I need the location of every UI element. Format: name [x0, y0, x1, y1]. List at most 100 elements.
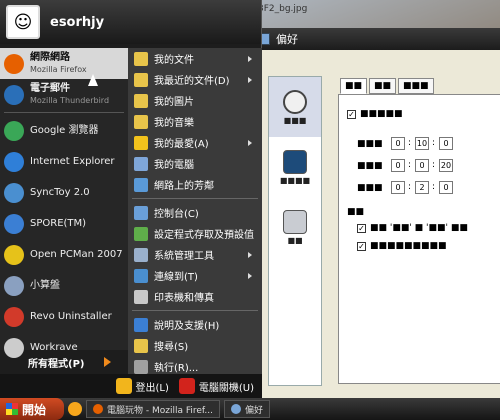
second-spinner[interactable]: 0	[439, 181, 453, 194]
recent-program-item[interactable]: Internet Explorer	[0, 146, 128, 177]
preferences-app-icon	[231, 404, 242, 414]
hour-spinner[interactable]: 0	[391, 137, 405, 150]
start-menu: ☺ esorhjy 網際網路 Mozilla Firefox 電子郵件 Mozi…	[0, 0, 262, 398]
mouse-cursor	[88, 74, 98, 86]
recent-program-item[interactable]: 小算盤	[0, 270, 128, 301]
tab-2[interactable]: ■■	[369, 78, 397, 94]
recent-program-item[interactable]: Google 瀏覽器	[0, 115, 128, 146]
pcman-icon	[4, 244, 24, 265]
desktop-file-label: 3F2_bg.jpg	[258, 4, 308, 14]
admin-tools-icon	[134, 247, 148, 262]
logoff-button[interactable]: 登出(L)	[115, 378, 169, 394]
places-item[interactable]: 我的音樂	[128, 111, 262, 132]
places-item[interactable]: 系統管理工具	[128, 244, 262, 265]
hour-spinner[interactable]: 0	[391, 181, 405, 194]
hour-spinner[interactable]: 0	[391, 159, 405, 172]
places-item[interactable]: 我的文件	[128, 48, 262, 69]
places-item[interactable]: 我的電腦	[128, 153, 262, 174]
pinned-item-email[interactable]: 電子郵件 Mozilla Thunderbird	[0, 79, 128, 110]
checkbox[interactable]: ✓	[357, 223, 366, 233]
tab-3[interactable]: ■■■	[398, 78, 434, 94]
printer-icon	[134, 289, 148, 304]
minute-spinner[interactable]: 10	[415, 137, 429, 150]
places-label: 我最近的文件(D)	[154, 76, 230, 87]
checkbox-label: ■■■■■	[360, 109, 403, 119]
places-item[interactable]: 說明及支援(H)	[128, 314, 262, 335]
recent-program-label: Revo Uninstaller	[30, 310, 112, 322]
minute-spinner[interactable]: 2	[415, 181, 429, 194]
places-list: 我的文件我最近的文件(D) 我的圖片我的音樂我的最愛(A) 我的電腦網路上的芳鄰控制…	[128, 48, 262, 374]
pen-icon	[283, 149, 307, 174]
avatar[interactable]: ☺	[6, 5, 40, 39]
windows-flag-icon	[6, 403, 18, 415]
shutdown-button[interactable]: 電腦關機(U)	[178, 378, 254, 394]
places-item[interactable]: 印表機和傳真	[128, 286, 262, 307]
tab-1[interactable]: ■■	[340, 78, 368, 94]
minute-spinner[interactable]: 0	[415, 159, 429, 172]
category-monitoring[interactable]: ■■■■	[269, 137, 321, 197]
music-icon	[134, 114, 148, 129]
run-icon	[134, 359, 148, 374]
recent-docs-icon	[134, 72, 148, 87]
checkbox-label: ■■■■■■■■■	[370, 241, 447, 251]
places-item[interactable]: 我的圖片	[128, 90, 262, 111]
start-button[interactable]: 開始	[0, 398, 64, 420]
recent-program-label: Open PCMan 2007	[30, 248, 123, 260]
top-checkbox-row[interactable]: ✓ ■■■■■	[347, 109, 403, 119]
taskbar-item-browser[interactable]: 電腦玩物 - Mozilla Firef...	[86, 400, 221, 418]
recent-program-item[interactable]: SyncToy 2.0	[0, 177, 128, 208]
preferences-body: ■■■ ■■■■ ■■ ■■ ■■ ■■■ ✓ ■■■■■ ■■■ 0 : 10…	[248, 50, 500, 398]
pinned-item-browser[interactable]: 網際網路 Mozilla Firefox	[0, 48, 128, 79]
task-label: 電腦玩物 - Mozilla Firef...	[107, 405, 214, 416]
preferences-titlebar[interactable]: 偏好	[248, 28, 500, 50]
recent-program-item[interactable]: Open PCMan 2007	[0, 239, 128, 270]
checkbox[interactable]: ✓	[357, 241, 366, 251]
program-access-icon	[134, 226, 148, 241]
tab-bar: ■■ ■■ ■■■	[340, 78, 434, 94]
recent-program-item[interactable]: Revo Uninstaller	[0, 301, 128, 332]
places-label: 印表機和傳真	[154, 293, 214, 304]
places-item[interactable]: 我的最愛(A)	[128, 132, 262, 153]
arrow-right-icon	[104, 357, 112, 367]
recent-program-label: Internet Explorer	[30, 155, 115, 167]
search-icon	[134, 338, 148, 353]
places-label: 我的電腦	[154, 160, 194, 171]
tab-label: ■■	[374, 81, 392, 91]
places-item[interactable]: 網路上的芳鄰	[128, 174, 262, 195]
start-label: 開始	[22, 402, 47, 417]
clock-icon	[283, 89, 307, 114]
row-label: ■■■	[357, 161, 383, 171]
preferences-title: 偏好	[276, 33, 298, 46]
places-label: 執行(R)...	[154, 363, 199, 374]
places-item[interactable]: 搜尋(S)	[128, 335, 262, 356]
checkbox-row-3[interactable]: ✓ ■■■■■■■■■	[357, 241, 447, 251]
second-spinner[interactable]: 20	[439, 159, 453, 172]
all-programs-label: 所有程式(P)	[28, 358, 85, 370]
calculator-icon	[4, 275, 24, 296]
quicklaunch-icon[interactable]	[68, 402, 82, 416]
recent-program-item[interactable]: SPORE(TM)	[0, 208, 128, 239]
places-item[interactable]: 設定程式存取及預設值	[128, 223, 262, 244]
category-label: ■■	[287, 235, 303, 245]
places-label: 搜尋(S)	[154, 342, 189, 353]
category-network[interactable]: ■■	[269, 197, 321, 257]
places-item[interactable]: 連線到(T)	[128, 265, 262, 286]
taskbar-item-preferences[interactable]: 偏好	[224, 400, 271, 418]
places-label: 網路上的芳鄰	[154, 181, 214, 192]
all-programs-button[interactable]: 所有程式(P)	[0, 350, 128, 374]
places-label: 連線到(T)	[154, 272, 198, 283]
places-item[interactable]: 我最近的文件(D)	[128, 69, 262, 90]
submenu-arrow-icon	[248, 55, 252, 62]
thunderbird-icon	[4, 84, 24, 105]
firefox-icon	[93, 404, 103, 414]
username: esorhjy	[50, 14, 105, 30]
places-item[interactable]: 控制台(C)	[128, 202, 262, 223]
checkbox[interactable]: ✓	[347, 109, 356, 119]
second-spinner[interactable]: 0	[439, 137, 453, 150]
category-label: ■■■■	[279, 175, 311, 185]
category-timers[interactable]: ■■■	[269, 77, 321, 137]
row-label: ■■■	[357, 183, 383, 193]
folder-icon	[134, 51, 148, 66]
places-label: 我的音樂	[154, 118, 194, 129]
checkbox-row-2[interactable]: ✓ ■■ '■■' ■ '■■' ■■	[357, 223, 468, 233]
